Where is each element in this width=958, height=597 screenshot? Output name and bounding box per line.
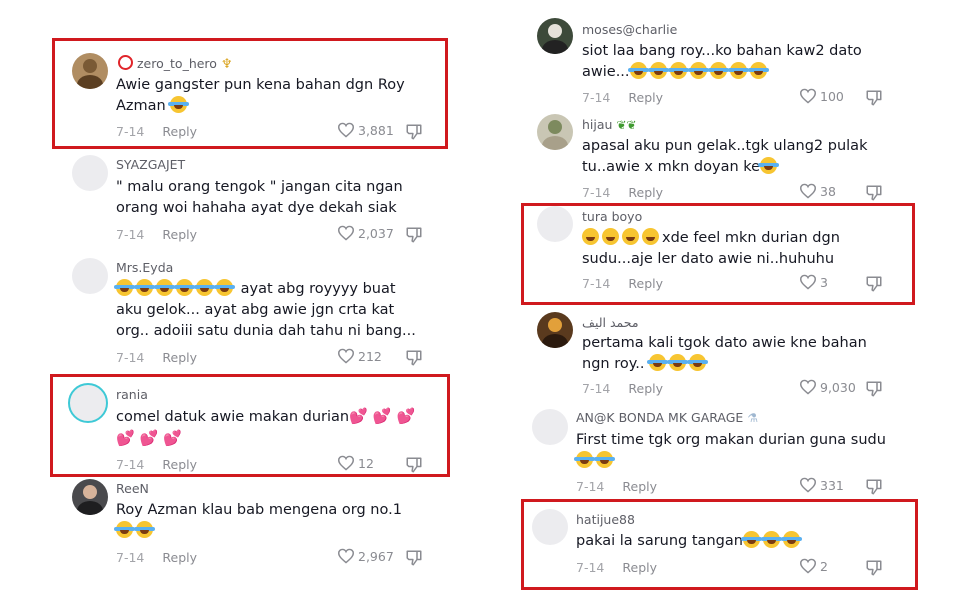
avatar[interactable]	[537, 312, 573, 348]
comment-item: AN@K BONDA MK GARAGE ⚗ First time tgk org…	[532, 409, 887, 499]
laugh-cry-emoji-icon	[647, 354, 669, 371]
comment-meta: 7-14 Reply	[582, 90, 663, 105]
highlight-frame	[50, 374, 450, 477]
comment-meta: 7-14 Reply	[576, 479, 657, 494]
laugh-cry-emoji-icon	[214, 279, 235, 296]
thumbs-down-outline-icon[interactable]	[405, 226, 423, 244]
comment-username[interactable]: SYAZGAJET	[116, 157, 185, 172]
reply-button[interactable]: Reply	[628, 381, 663, 396]
comment-meta: 7-14 Reply	[116, 227, 197, 242]
comment-item: SYAZGAJET " malu orang tengok " jangan c…	[72, 155, 432, 245]
highlight-frame	[521, 203, 915, 305]
comment-text: " malu orang tengok " jangan cita ngan o…	[116, 179, 403, 216]
reply-button[interactable]: Reply	[162, 227, 197, 242]
like-button[interactable]: 9,030	[799, 379, 856, 395]
comment-text: ayat abg royyyy buat aku gelok... ayat a…	[114, 279, 416, 339]
thumbs-down-outline-icon[interactable]	[405, 349, 423, 367]
heart-outline-icon	[337, 548, 355, 564]
comment-item: hijau ❦❦ apasal aku pun gelak..tgk ulang2…	[537, 114, 887, 204]
comment-meta: 7-14 Reply	[116, 350, 197, 365]
like-button[interactable]: 38	[799, 183, 836, 199]
comment-item: ReeN Roy Azman klau bab mengena org no.1…	[72, 479, 432, 574]
reply-button[interactable]: Reply	[628, 185, 663, 200]
like-button[interactable]: 100	[799, 88, 844, 104]
comment-text: First time tgk org makan durian guna sud…	[574, 430, 886, 472]
avatar[interactable]	[72, 479, 108, 515]
avatar[interactable]	[72, 258, 108, 294]
heart-outline-icon	[799, 88, 817, 104]
highlight-frame	[521, 499, 918, 590]
reply-button[interactable]: Reply	[162, 550, 197, 565]
rofl-emoji-icon	[594, 451, 615, 468]
heart-outline-icon	[799, 183, 817, 199]
laugh-cry-emoji-icon	[667, 62, 689, 79]
comment-text: apasal aku pun gelak..tgk ulang2 pulak t…	[582, 138, 868, 175]
thumbs-down-outline-icon[interactable]	[865, 380, 883, 398]
reply-button[interactable]: Reply	[162, 350, 197, 365]
comment-meta: 7-14 Reply	[116, 550, 197, 565]
comment-meta: 7-14 Reply	[582, 381, 663, 396]
reply-button[interactable]: Reply	[628, 90, 663, 105]
comment-item: moses@charlie siot laa bang roy...ko bah…	[537, 18, 887, 108]
right-comment-column: moses@charlie siot laa bang roy...ko bah…	[480, 0, 958, 597]
avatar[interactable]	[532, 409, 568, 445]
comment-text: siot laa bang roy...ko bahan kaw2 dato a…	[582, 43, 862, 80]
laugh-cry-emoji-icon	[154, 279, 175, 296]
comment-username[interactable]: AN@K BONDA MK GARAGE ⚗	[576, 410, 758, 425]
laugh-cry-emoji-icon	[627, 62, 649, 79]
laugh-cry-emoji-icon	[687, 62, 709, 79]
laugh-cry-emoji-icon	[727, 62, 749, 79]
laugh-cry-emoji-icon	[134, 521, 155, 538]
heart-outline-icon	[799, 477, 817, 493]
leaf-broccoli-icon: ❦❦	[616, 118, 637, 132]
avatar[interactable]	[537, 18, 573, 54]
laugh-cry-emoji-icon	[114, 521, 135, 538]
thumbs-down-outline-icon[interactable]	[865, 478, 883, 496]
laugh-cry-emoji-icon	[134, 279, 155, 296]
comment-username[interactable]: ReeN	[116, 481, 149, 496]
laugh-cry-emoji-icon	[707, 62, 729, 79]
comment-username[interactable]: moses@charlie	[582, 22, 677, 37]
laugh-cry-emoji-icon	[667, 354, 689, 371]
like-button[interactable]: 331	[799, 477, 844, 493]
thumbs-down-outline-icon[interactable]	[865, 184, 883, 202]
thumbs-down-outline-icon[interactable]	[865, 89, 883, 107]
heart-outline-icon	[799, 379, 817, 395]
laugh-cry-emoji-icon	[747, 62, 769, 79]
laugh-cry-emoji-icon	[687, 354, 709, 371]
highlight-frame	[52, 38, 448, 149]
like-button[interactable]: 2,037	[337, 225, 394, 241]
laugh-cry-emoji-icon	[647, 62, 669, 79]
heart-outline-icon	[337, 348, 355, 364]
comment-text: Roy Azman klau bab mengena org no.1	[114, 500, 421, 542]
baby-bottle-icon: ⚗	[747, 411, 759, 425]
laugh-cry-emoji-icon	[174, 279, 195, 296]
comment-username[interactable]: hijau ❦❦	[582, 117, 637, 132]
laugh-cry-emoji-icon	[194, 279, 215, 296]
rofl-emoji-icon	[574, 451, 595, 468]
avatar[interactable]	[537, 114, 573, 150]
avatar[interactable]	[72, 155, 108, 191]
thumbs-down-outline-icon[interactable]	[405, 549, 423, 567]
like-button[interactable]: 212	[337, 348, 382, 364]
laugh-cry-emoji-icon	[758, 157, 780, 174]
comment-item: محمد اليف pertama kali tgok dato awie kn…	[537, 312, 887, 402]
heart-outline-icon	[337, 225, 355, 241]
comment-username[interactable]: محمد اليف	[582, 315, 639, 330]
like-button[interactable]: 2,967	[337, 548, 394, 564]
comment-meta: 7-14 Reply	[582, 185, 663, 200]
left-comment-column: zero_to_hero ♆ Awie gangster pun kena bah…	[0, 0, 480, 597]
laugh-cry-emoji-icon	[114, 279, 135, 296]
comment-username[interactable]: Mrs.Eyda	[116, 260, 173, 275]
comment-item: Mrs.Eyda ayat abg royyyy buat aku gelok.…	[72, 258, 432, 368]
comment-text: pertama kali tgok dato awie kne bahan ng…	[582, 335, 867, 372]
reply-button[interactable]: Reply	[622, 479, 657, 494]
